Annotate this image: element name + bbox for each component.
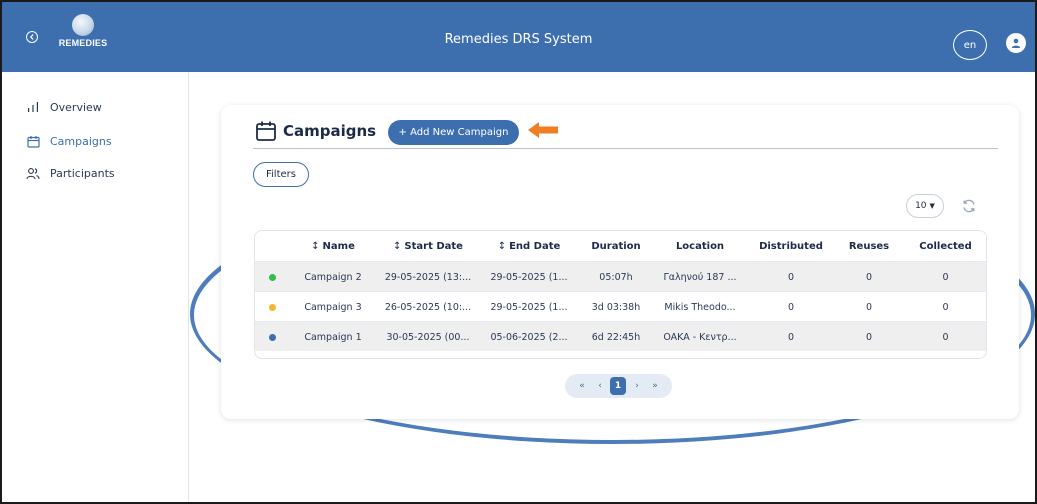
refresh-icon[interactable]	[961, 198, 977, 214]
reuses-cell: 0	[865, 271, 873, 283]
bar-chart-icon	[26, 100, 40, 114]
sort-icon: ↕	[393, 240, 402, 252]
column-header-collected: Collected	[919, 240, 972, 252]
pagination: « ‹ 1 › »	[565, 374, 672, 398]
sidebar: Overview Campaigns Participants	[2, 72, 189, 502]
start-date-cell: 26-05-2025 (10:...	[384, 301, 472, 313]
last-page-button[interactable]: »	[646, 374, 664, 398]
caret-down-icon: ▼	[929, 202, 935, 210]
page-title-text: Campaigns	[283, 122, 377, 140]
divider	[253, 148, 998, 149]
table-row[interactable]: Campaign 2 29-05-2025 (13:... 29-05-2025…	[255, 261, 986, 292]
sidebar-item-overview[interactable]: Overview	[26, 98, 102, 116]
start-date-cell: 30-05-2025 (00...	[386, 331, 470, 343]
column-header-status	[255, 231, 289, 261]
page-size-select[interactable]: 10 ▼	[906, 194, 944, 218]
sort-icon: ↕	[497, 240, 507, 252]
duration-cell: 3d 03:38h	[591, 301, 641, 313]
app-title: Remedies DRS System	[444, 32, 593, 47]
column-header-start-date[interactable]: ↕ Start Date	[377, 231, 479, 261]
collected-cell: 0	[942, 331, 949, 343]
app-window: REMEDIES Remedies DRS System en Overview…	[0, 0, 1037, 504]
status-cell	[255, 292, 289, 322]
column-header-distributed: Distributed	[759, 240, 823, 252]
column-header-duration: Duration	[591, 240, 641, 252]
end-date-cell: 05-06-2025 (2...	[490, 331, 568, 343]
calendar-icon	[26, 134, 40, 148]
users-icon	[26, 166, 40, 180]
end-date-cell: 29-05-2025 (1...	[490, 301, 568, 313]
location-cell: OAKA - Κεντρ...	[663, 331, 737, 343]
status-dot	[268, 273, 276, 281]
sidebar-item-participants[interactable]: Participants	[26, 164, 115, 182]
table-row[interactable]: Campaign 1 30-05-2025 (00... 05-06-2025 …	[255, 321, 986, 352]
first-page-button[interactable]: «	[573, 374, 591, 398]
column-header-end-date[interactable]: ↕ End Date	[479, 231, 579, 261]
top-header: REMEDIES Remedies DRS System en	[2, 2, 1035, 72]
name-cell: Campaign 3	[304, 301, 362, 313]
collected-cell: 0	[942, 271, 949, 283]
distributed-cell: 0	[787, 331, 795, 343]
duration-cell: 05:07h	[599, 271, 633, 283]
calendar-icon	[256, 121, 276, 141]
page-button-1[interactable]: 1	[610, 377, 626, 395]
filters-button[interactable]: Filters	[253, 162, 309, 187]
name-cell: Campaign 2	[304, 271, 362, 283]
reuses-cell: 0	[865, 331, 873, 343]
arrow-left-icon	[528, 122, 558, 138]
location-cell: Mikis Theodo...	[664, 301, 736, 313]
name-cell: Campaign 1	[304, 331, 362, 343]
column-header-name[interactable]: ↕ Name	[289, 231, 377, 261]
sort-icon: ↕	[311, 240, 320, 252]
sidebar-item-label: Overview	[50, 100, 102, 114]
duration-cell: 6d 22:45h	[591, 331, 641, 343]
sidebar-item-label: Participants	[50, 166, 115, 180]
end-date-cell: 29-05-2025 (1...	[490, 271, 568, 283]
status-cell	[255, 262, 289, 292]
location-cell: Γαληνού 187 ...	[663, 271, 737, 283]
status-cell	[255, 322, 289, 352]
column-header-reuses: Reuses	[848, 240, 890, 252]
page-size-value: 10	[915, 201, 927, 211]
sidebar-item-label: Campaigns	[50, 134, 112, 148]
sidebar-item-campaigns[interactable]: Campaigns	[26, 132, 112, 150]
prev-page-button[interactable]: ‹	[591, 374, 609, 398]
distributed-cell: 0	[787, 301, 795, 313]
collected-cell: 0	[942, 301, 949, 313]
campaigns-table: ↕ Name ↕ Start Date ↕ End Date Duration Loc…	[254, 230, 987, 359]
status-dot	[268, 303, 276, 311]
start-date-cell: 29-05-2025 (13:...	[384, 271, 472, 283]
next-page-button[interactable]: ›	[628, 374, 646, 398]
page-title: Campaigns	[255, 120, 376, 142]
table-header: ↕ Name ↕ Start Date ↕ End Date Duration Loc…	[255, 231, 986, 261]
user-avatar-icon[interactable]	[1006, 33, 1026, 53]
distributed-cell: 0	[787, 271, 795, 283]
add-new-campaign-button[interactable]: + Add New Campaign	[388, 120, 519, 145]
reuses-cell: 0	[865, 301, 873, 313]
language-button[interactable]: en	[953, 30, 987, 60]
table-row[interactable]: Campaign 3 26-05-2025 (10:... 29-05-2025…	[255, 291, 986, 322]
column-header-location: Location	[675, 240, 725, 252]
status-dot	[268, 333, 276, 341]
campaigns-card: Campaigns + Add New Campaign Filters 10 …	[221, 105, 1019, 419]
